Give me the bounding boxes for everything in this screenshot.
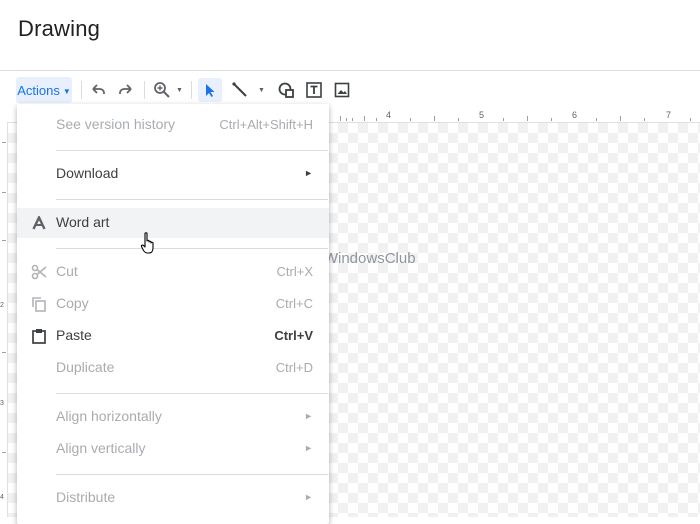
menu-item-shortcut: Ctrl+Alt+Shift+H bbox=[219, 117, 313, 132]
menu-separator bbox=[56, 248, 328, 249]
vertical-ruler: 2 3 4 bbox=[0, 122, 8, 517]
undo-button[interactable] bbox=[86, 78, 110, 102]
app-title: Drawing bbox=[18, 16, 101, 41]
shape-icon bbox=[278, 82, 294, 98]
select-tool-button[interactable] bbox=[198, 78, 222, 102]
redo-button[interactable] bbox=[114, 78, 138, 102]
menu-separator bbox=[56, 199, 328, 200]
zoom-button[interactable] bbox=[150, 78, 174, 102]
submenu-arrow-icon: ► bbox=[304, 492, 313, 502]
submenu-arrow-icon: ► bbox=[304, 443, 313, 453]
submenu-arrow-icon: ► bbox=[304, 168, 313, 178]
zoom-dropdown-icon[interactable]: ▼ bbox=[176, 87, 183, 94]
toolbar-separator bbox=[81, 81, 82, 99]
ruler-label: 3 bbox=[0, 400, 4, 407]
menu-separator bbox=[56, 474, 328, 475]
menu-item-cut[interactable]: Cut Ctrl+X bbox=[17, 257, 329, 287]
menu-item-label: Cut bbox=[56, 263, 78, 279]
zoom-icon bbox=[154, 82, 170, 98]
scissors-icon bbox=[30, 263, 48, 281]
ruler-label: 7 bbox=[666, 110, 672, 120]
menu-item-align-vertically[interactable]: Align vertically ► bbox=[17, 434, 329, 464]
menu-separator bbox=[56, 393, 328, 394]
ruler-label: 4 bbox=[386, 110, 392, 120]
menu-item-label: Word art bbox=[56, 214, 110, 230]
menu-item-shortcut: Ctrl+X bbox=[276, 264, 313, 279]
menu-item-download[interactable]: Download ► bbox=[17, 159, 329, 189]
copy-icon bbox=[30, 295, 48, 313]
actions-menu-button[interactable]: Actions ▼ bbox=[16, 77, 72, 103]
menu-item-shortcut: Ctrl+D bbox=[275, 360, 313, 375]
menu-item-label: Copy bbox=[56, 295, 89, 311]
header-divider bbox=[0, 70, 700, 71]
menu-item-label: Paste bbox=[56, 327, 92, 343]
line-tool-button[interactable] bbox=[228, 78, 252, 102]
image-icon bbox=[334, 82, 350, 98]
redo-icon bbox=[119, 84, 132, 94]
menu-item-label: Align horizontally bbox=[56, 408, 162, 424]
menu-item-see-version-history[interactable]: See version history Ctrl+Alt+Shift+H bbox=[17, 110, 329, 140]
undo-icon bbox=[92, 84, 105, 94]
toolbar-separator bbox=[144, 81, 145, 99]
menu-item-label: Download bbox=[56, 165, 119, 181]
menu-separator bbox=[56, 150, 328, 151]
hand-cursor-icon bbox=[140, 231, 158, 260]
textbox-icon bbox=[306, 82, 322, 98]
menu-item-duplicate[interactable]: Duplicate Ctrl+D bbox=[17, 353, 329, 383]
select-icon bbox=[206, 84, 215, 97]
ruler-label: 4 bbox=[0, 494, 4, 501]
menu-item-align-horizontally[interactable]: Align horizontally ► bbox=[17, 402, 329, 432]
line-icon bbox=[232, 82, 247, 97]
menu-item-label: Duplicate bbox=[56, 359, 115, 375]
paste-icon bbox=[30, 327, 48, 345]
toolbar: Actions ▼ ▼ ▼ bbox=[0, 74, 700, 106]
menu-item-distribute[interactable]: Distribute ► bbox=[17, 483, 329, 513]
menu-item-label: Distribute bbox=[56, 489, 116, 505]
ruler-label: 5 bbox=[479, 110, 485, 120]
menu-item-label: See version history bbox=[56, 116, 176, 132]
actions-menu: See version history Ctrl+Alt+Shift+H Dow… bbox=[17, 104, 329, 524]
menu-item-label: Align vertically bbox=[56, 440, 146, 456]
image-tool-button[interactable] bbox=[330, 78, 354, 102]
menu-item-paste[interactable]: Paste Ctrl+V bbox=[17, 321, 329, 351]
toolbar-separator bbox=[191, 81, 192, 99]
textbox-tool-button[interactable] bbox=[302, 78, 326, 102]
shape-tool-button[interactable] bbox=[274, 78, 298, 102]
menu-item-copy[interactable]: Copy Ctrl+C bbox=[17, 289, 329, 319]
chevron-down-icon: ▼ bbox=[62, 86, 71, 96]
word-art-icon bbox=[30, 214, 48, 232]
ruler-label: 6 bbox=[572, 110, 578, 120]
ruler-label: 2 bbox=[0, 302, 4, 309]
line-dropdown-icon[interactable]: ▼ bbox=[258, 87, 265, 94]
submenu-arrow-icon: ► bbox=[304, 411, 313, 421]
menu-item-shortcut: Ctrl+C bbox=[275, 296, 313, 311]
menu-item-word-art[interactable]: Word art bbox=[17, 208, 329, 238]
actions-menu-label: Actions bbox=[17, 82, 60, 98]
menu-item-shortcut: Ctrl+V bbox=[274, 328, 313, 343]
